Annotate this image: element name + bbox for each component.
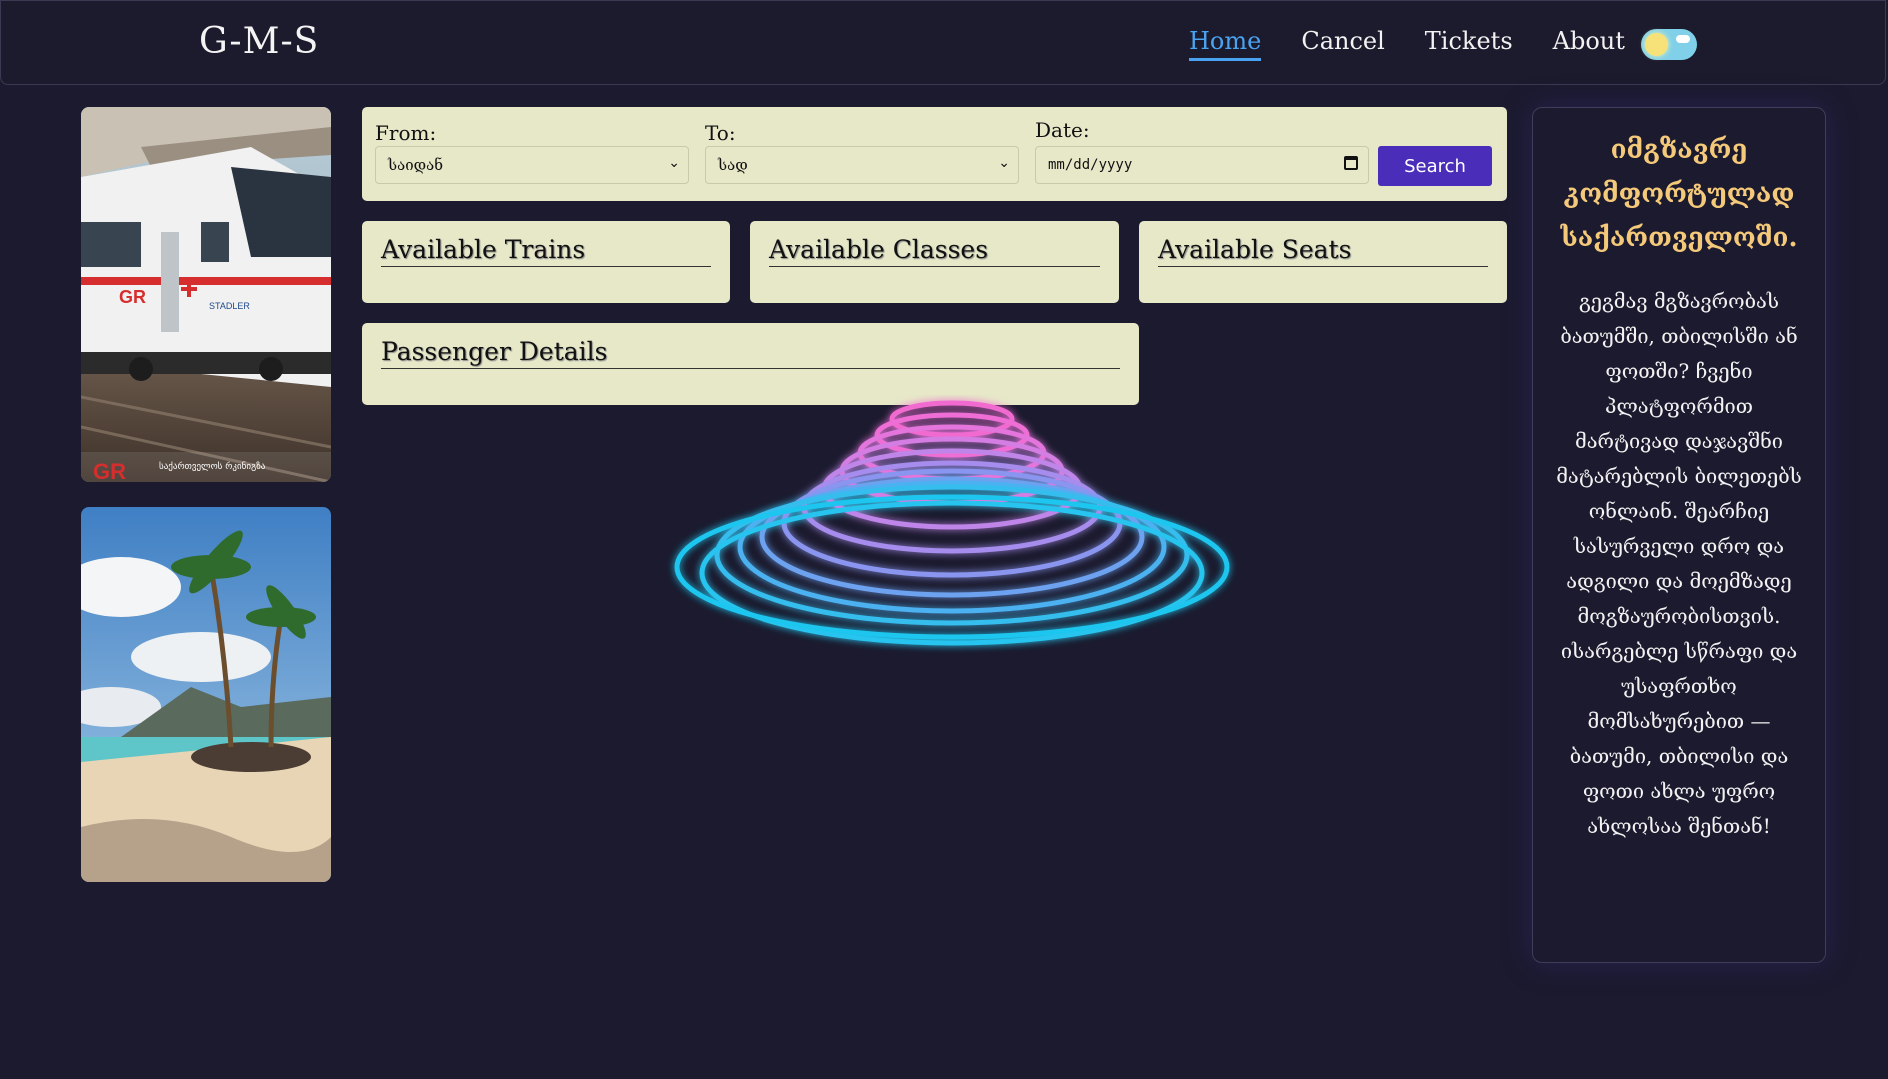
promo-title: იმგზავრე კომფორტულად საქართველოში. <box>1560 135 1798 253</box>
nav-link-home[interactable]: Home <box>1189 27 1262 61</box>
logo[interactable]: G-M-S <box>199 21 319 62</box>
nav-link-cancel[interactable]: Cancel <box>1301 27 1384 61</box>
neon-rings-graphic <box>674 400 1230 646</box>
navbar: G-M-S Home Cancel Tickets About <box>0 0 1886 85</box>
available-classes-title: Available Classes <box>769 235 1100 267</box>
available-classes-panel: Available Classes <box>750 221 1119 303</box>
available-seats-panel: Available Seats <box>1139 221 1507 303</box>
sun-icon <box>1645 33 1668 56</box>
available-trains-panel: Available Trains <box>362 221 730 303</box>
from-value: საიდან <box>388 156 444 174</box>
train-caption: საქართველოს რკინიგზა <box>159 461 266 472</box>
calendar-icon[interactable] <box>1344 156 1358 170</box>
date-input[interactable]: mm/dd/yyyy <box>1035 146 1369 184</box>
chevron-down-icon: ⌄ <box>668 155 680 171</box>
to-select[interactable]: სად ⌄ <box>705 146 1019 184</box>
train-image: GR STADLER GR საქართველოს რკინიგზა <box>81 107 331 482</box>
nav-link-about[interactable]: About <box>1553 27 1625 61</box>
chevron-down-icon: ⌄ <box>998 155 1010 171</box>
date-label: Date: <box>1035 118 1090 142</box>
svg-text:GR: GR <box>119 287 146 307</box>
promo-panel: იმგზავრე კომფორტულად საქართველოში. გეგმა… <box>1532 107 1826 963</box>
beach-image <box>81 507 331 882</box>
nav-links: Home Cancel Tickets About <box>1189 27 1625 61</box>
from-select[interactable]: საიდან ⌄ <box>375 146 689 184</box>
passenger-details-title: Passenger Details <box>381 337 1120 369</box>
promo-text: გეგმავ მგზავრობას ბათუმში, თბილისში ან ფ… <box>1556 289 1802 838</box>
available-seats-title: Available Seats <box>1158 235 1488 267</box>
date-placeholder: mm/dd/yyyy <box>1048 157 1133 173</box>
nav-link-tickets[interactable]: Tickets <box>1425 27 1513 61</box>
to-value: სად <box>718 156 748 174</box>
theme-toggle[interactable] <box>1641 29 1697 60</box>
available-trains-title: Available Trains <box>381 235 711 267</box>
to-label: To: <box>705 121 736 145</box>
stadler-label: STADLER <box>209 301 250 311</box>
from-label: From: <box>375 121 437 145</box>
gr-logo: GR <box>93 459 126 482</box>
search-form: From: საიდან ⌄ To: სად ⌄ Date: mm/dd/yyy… <box>362 107 1507 201</box>
search-button[interactable]: Search <box>1378 146 1492 186</box>
passenger-details-panel: Passenger Details <box>362 323 1139 405</box>
cloud-icon <box>1676 35 1690 43</box>
